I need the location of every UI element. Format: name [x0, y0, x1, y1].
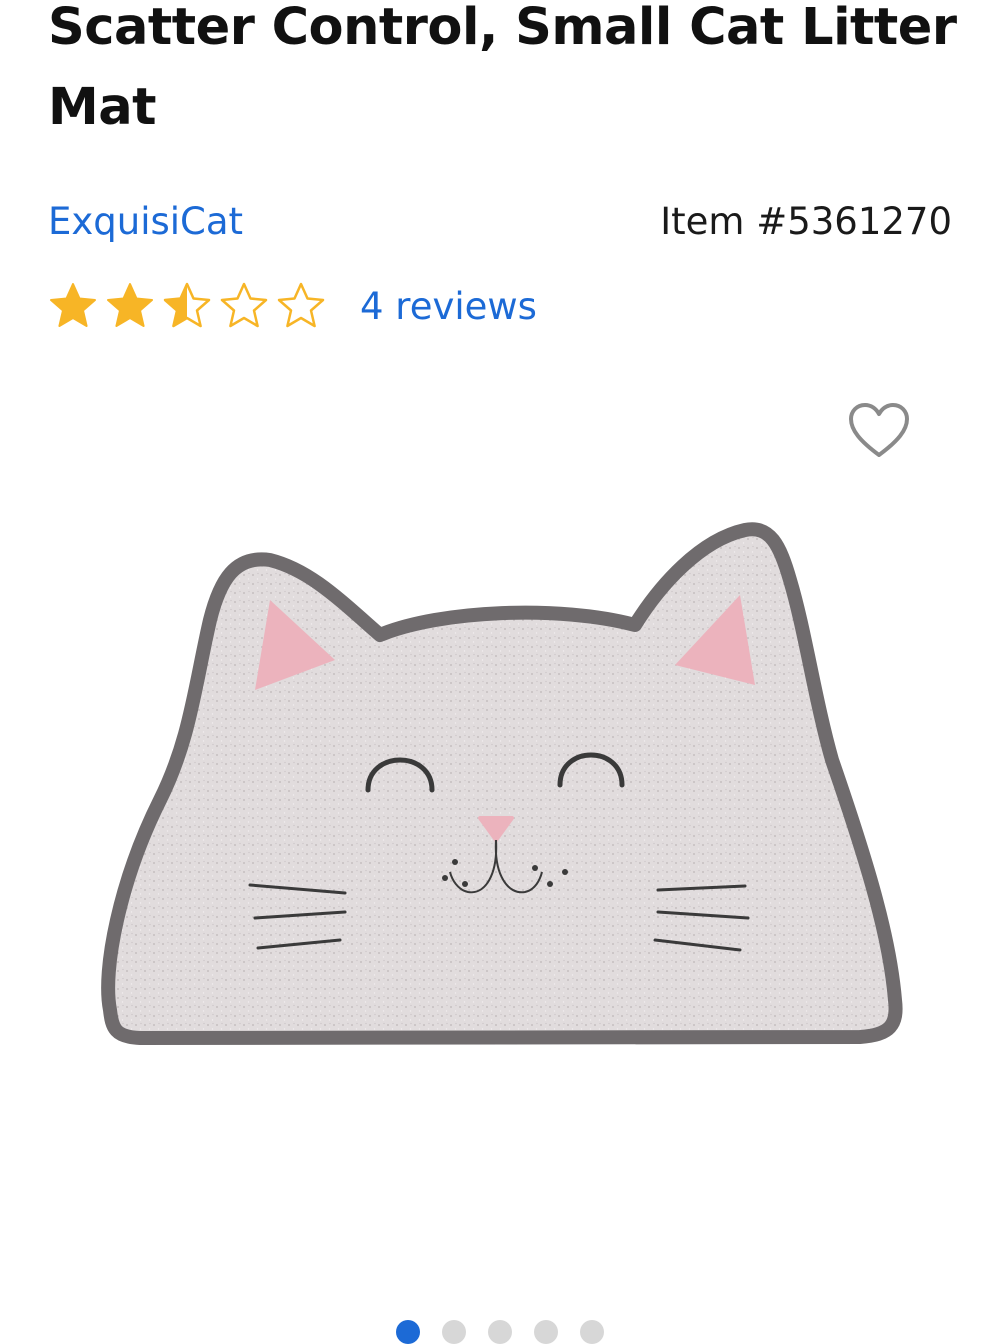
carousel-dot[interactable] [442, 1320, 466, 1344]
item-number: Item #5361270 [660, 200, 952, 243]
star-empty-icon [220, 282, 268, 328]
star-empty-icon [277, 282, 325, 328]
star-half-icon [163, 282, 211, 328]
carousel-dot[interactable] [580, 1320, 604, 1344]
heart-icon[interactable] [848, 402, 910, 460]
brand-link[interactable]: ExquisiCat [48, 200, 243, 243]
rating-row[interactable]: 4 reviews [48, 280, 537, 332]
reviews-link[interactable]: 4 reviews [360, 285, 537, 328]
product-image[interactable] [80, 500, 920, 1060]
carousel-dot-active[interactable] [396, 1320, 420, 1344]
star-rating [48, 281, 326, 331]
image-carousel-dots [0, 1320, 1000, 1344]
star-icon [107, 283, 153, 327]
carousel-dot[interactable] [534, 1320, 558, 1344]
carousel-dot[interactable] [488, 1320, 512, 1344]
mat-shape [101, 522, 903, 1045]
product-title: Scatter Control, Small Cat Litter Mat [48, 0, 957, 137]
star-icon [50, 283, 96, 327]
